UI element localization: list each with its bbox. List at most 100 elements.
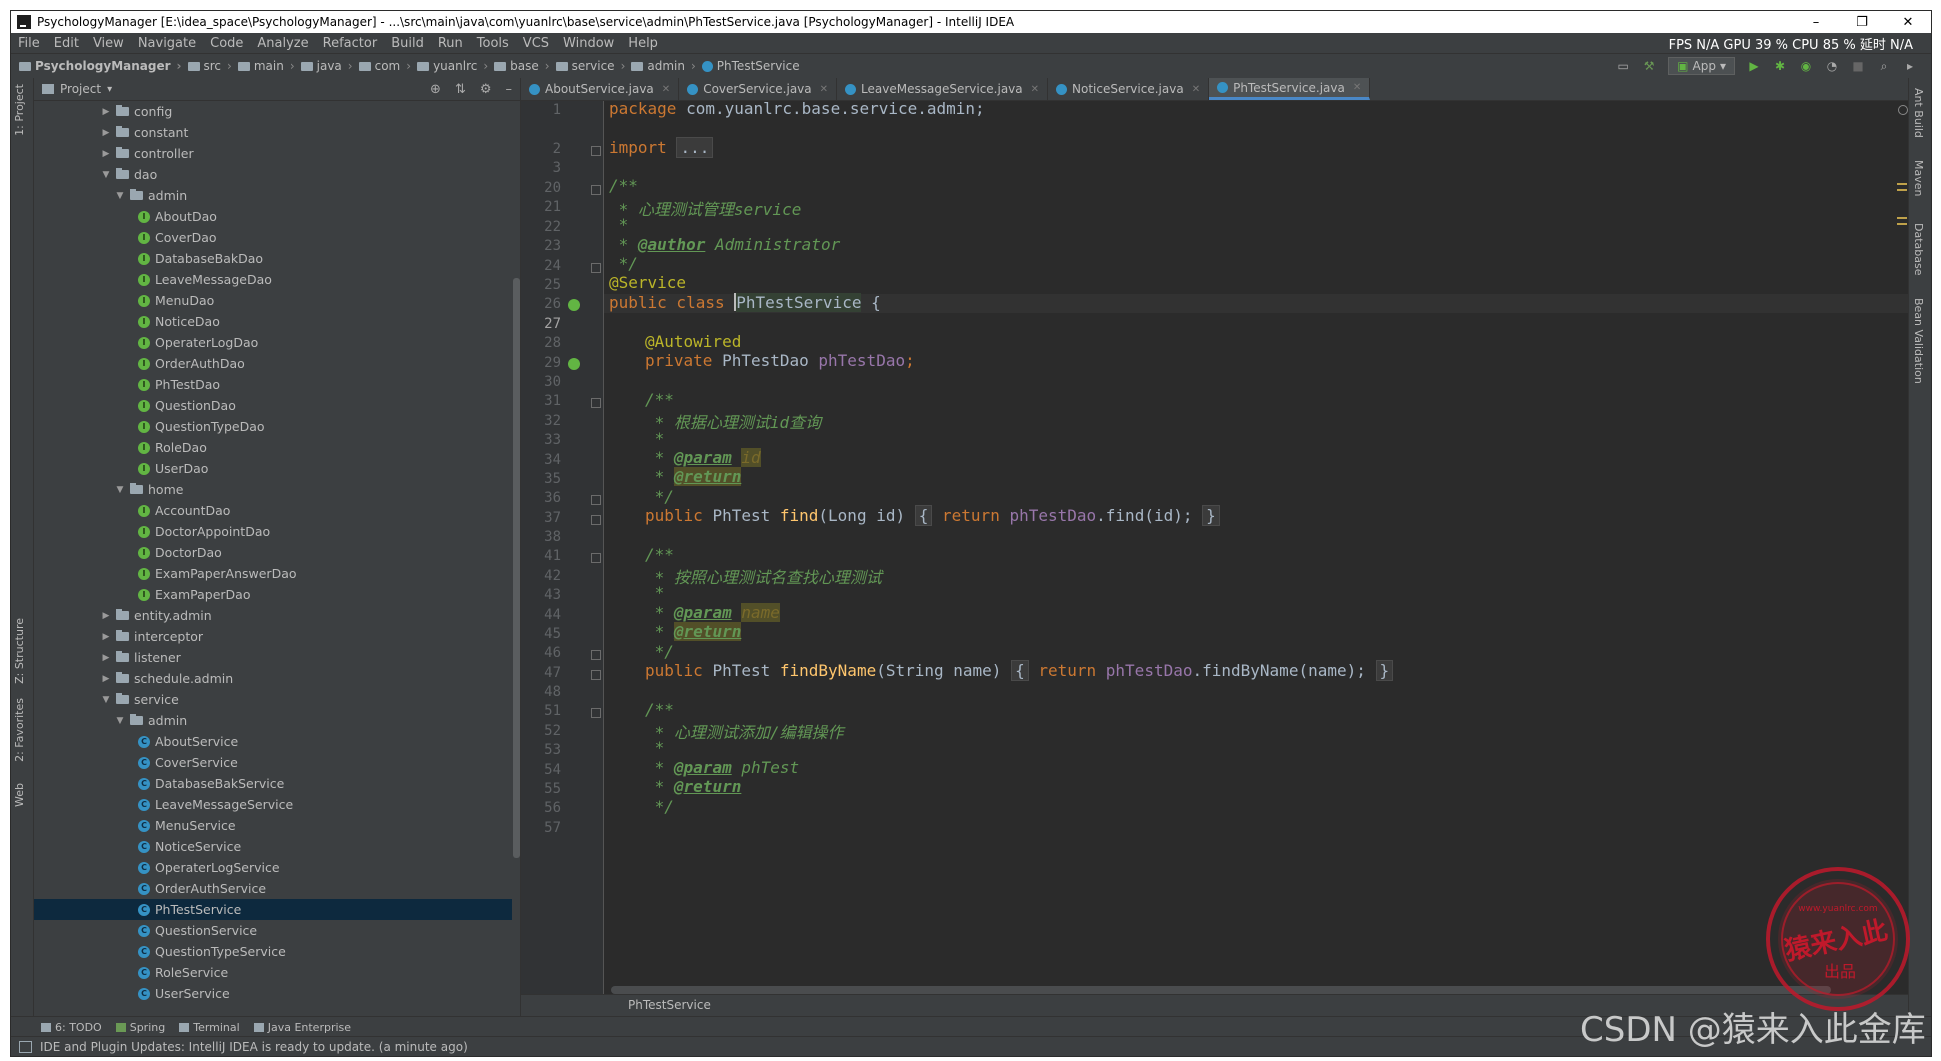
warning-marker[interactable]	[1897, 217, 1907, 219]
tree-folder[interactable]: ▶ entity.admin	[34, 605, 512, 626]
tree-file[interactable]: C AboutService	[34, 731, 512, 752]
menu-code[interactable]: Code	[203, 36, 250, 51]
structure-tool-tab[interactable]: Z: Structure	[13, 618, 26, 684]
expand-arrow-icon[interactable]: ▼	[100, 170, 112, 180]
tree-file[interactable]: C NoticeService	[34, 836, 512, 857]
editor-horizontal-scrollbar[interactable]	[611, 986, 1831, 994]
tree-file[interactable]: C UserService	[34, 983, 512, 1004]
tree-file[interactable]: C PhTestService	[34, 899, 512, 920]
restore-button[interactable]: ❐	[1839, 15, 1885, 30]
project-structure-icon[interactable]: ▭	[1616, 59, 1630, 73]
tree-file[interactable]: I LeaveMessageDao	[34, 269, 512, 290]
terminal-tool-button[interactable]: Terminal	[179, 1021, 240, 1034]
web-tool-tab[interactable]: Web	[13, 783, 26, 807]
menu-run[interactable]: Run	[431, 36, 470, 51]
tree-file[interactable]: C RoleService	[34, 962, 512, 983]
breadcrumb-project[interactable]: PsychologyManager ›	[11, 59, 182, 73]
menu-view[interactable]: View	[86, 36, 131, 51]
run-icon[interactable]: ▶	[1747, 59, 1761, 73]
toolbar-overflow-icon[interactable]: ▸	[1903, 59, 1917, 73]
tree-file[interactable]: I AboutDao	[34, 206, 512, 227]
fold-toggle-icon[interactable]	[591, 708, 601, 718]
tree-file[interactable]: C MenuService	[34, 815, 512, 836]
menu-vcs[interactable]: VCS	[516, 36, 556, 51]
project-panel-title[interactable]: Project	[60, 82, 101, 96]
tree-folder[interactable]: ▶ config	[34, 101, 512, 122]
tree-file[interactable]: C QuestionTypeService	[34, 941, 512, 962]
collapse-arrow-icon[interactable]: ▶	[100, 674, 112, 684]
chevron-down-icon[interactable]: ▾	[107, 84, 112, 95]
ant-build-tool-tab[interactable]: Ant Build	[1912, 88, 1925, 138]
collapse-all-icon[interactable]: ⇅	[455, 82, 466, 97]
tree-file[interactable]: I UserDao	[34, 458, 512, 479]
tree-file[interactable]: I DatabaseBakDao	[34, 248, 512, 269]
close-icon[interactable]: ✕	[662, 84, 670, 95]
breadcrumb-phtestservice[interactable]: PhTestService	[696, 59, 800, 73]
build-hammer-icon[interactable]: ⚒	[1642, 59, 1656, 73]
database-tool-tab[interactable]: Database	[1912, 223, 1925, 276]
code-editor[interactable]: 1 2 3 20 21 22 23 24 25 26 27 28 29 30 31 32 33 34 35 36 37 3…	[521, 101, 1921, 994]
tree-file[interactable]: I OperaterLogDao	[34, 332, 512, 353]
favorites-tool-tab[interactable]: 2: Favorites	[13, 698, 26, 762]
menu-edit[interactable]: Edit	[47, 36, 86, 51]
collapse-arrow-icon[interactable]: ▶	[100, 611, 112, 621]
menu-navigate[interactable]: Navigate	[131, 36, 203, 51]
expand-arrow-icon[interactable]: ▼	[114, 191, 126, 201]
folded-imports[interactable]: ...	[676, 137, 714, 158]
tree-file[interactable]: I PhTestDao	[34, 374, 512, 395]
collapse-arrow-icon[interactable]: ▶	[100, 653, 112, 663]
tab-about-service[interactable]: AboutService.java ✕	[521, 78, 680, 100]
maven-tool-tab[interactable]: Maven	[1912, 160, 1925, 196]
breadcrumb-service[interactable]: service ›	[550, 59, 625, 73]
tree-file[interactable]: I CoverDao	[34, 227, 512, 248]
fold-toggle-icon[interactable]	[591, 263, 601, 273]
tree-folder[interactable]: ▶ schedule.admin	[34, 668, 512, 689]
fold-toggle-icon[interactable]	[591, 670, 601, 680]
menu-help[interactable]: Help	[621, 36, 665, 51]
status-message[interactable]: IDE and Plugin Updates: IntelliJ IDEA is…	[40, 1040, 468, 1054]
fold-toggle-icon[interactable]	[591, 553, 601, 563]
breadcrumb-main[interactable]: main ›	[232, 59, 295, 73]
minimize-button[interactable]: –	[1793, 15, 1839, 30]
tree-file[interactable]: I ExamPaperAnswerDao	[34, 563, 512, 584]
menu-window[interactable]: Window	[556, 36, 621, 51]
breadcrumb-yuanlrc[interactable]: yuanlrc ›	[411, 59, 488, 73]
close-button[interactable]: ✕	[1885, 15, 1931, 30]
close-icon[interactable]: ✕	[1353, 82, 1361, 93]
tree-file[interactable]: C DatabaseBakService	[34, 773, 512, 794]
run-configuration-select[interactable]: ▣ App ▾	[1668, 57, 1735, 75]
hide-panel-icon[interactable]: –	[506, 82, 513, 97]
tree-folder[interactable]: ▶ interceptor	[34, 626, 512, 647]
tree-file[interactable]: I QuestionTypeDao	[34, 416, 512, 437]
fold-toggle-icon[interactable]	[591, 515, 601, 525]
tree-file[interactable]: I DoctorAppointDao	[34, 521, 512, 542]
tree-folder[interactable]: ▼ admin	[34, 185, 512, 206]
tree-folder[interactable]: ▼ home	[34, 479, 512, 500]
coverage-icon[interactable]: ◉	[1799, 59, 1813, 73]
inspection-eye-icon[interactable]	[1898, 105, 1908, 115]
tree-file[interactable]: I AccountDao	[34, 500, 512, 521]
tree-file[interactable]: C QuestionService	[34, 920, 512, 941]
collapse-arrow-icon[interactable]: ▶	[100, 107, 112, 117]
breadcrumb-admin[interactable]: admin ›	[625, 59, 696, 73]
status-toggle-icon[interactable]	[19, 1041, 32, 1053]
injection-marker-icon[interactable]	[568, 358, 580, 370]
profile-icon[interactable]: ◔	[1825, 59, 1839, 73]
expand-arrow-icon[interactable]: ▼	[114, 716, 126, 726]
tree-file[interactable]: I OrderAuthDao	[34, 353, 512, 374]
tree-scrollbar[interactable]	[513, 278, 520, 858]
tree-file[interactable]: I NoticeDao	[34, 311, 512, 332]
java-enterprise-tool-button[interactable]: Java Enterprise	[253, 1021, 351, 1034]
menu-refactor[interactable]: Refactor	[316, 36, 385, 51]
tree-file[interactable]: I RoleDao	[34, 437, 512, 458]
tab-cover-service[interactable]: CoverService.java ✕	[679, 78, 838, 100]
implemented-marker-icon[interactable]	[568, 299, 580, 311]
warning-marker[interactable]	[1897, 183, 1907, 185]
warning-marker[interactable]	[1897, 189, 1907, 191]
close-icon[interactable]: ✕	[1031, 84, 1039, 95]
bean-validation-tool-tab[interactable]: Bean Validation	[1912, 298, 1925, 384]
tree-folder[interactable]: ▼ dao	[34, 164, 512, 185]
menu-analyze[interactable]: Analyze	[250, 36, 315, 51]
tree-file[interactable]: I ExamPaperDao	[34, 584, 512, 605]
fold-toggle-icon[interactable]	[591, 185, 601, 195]
